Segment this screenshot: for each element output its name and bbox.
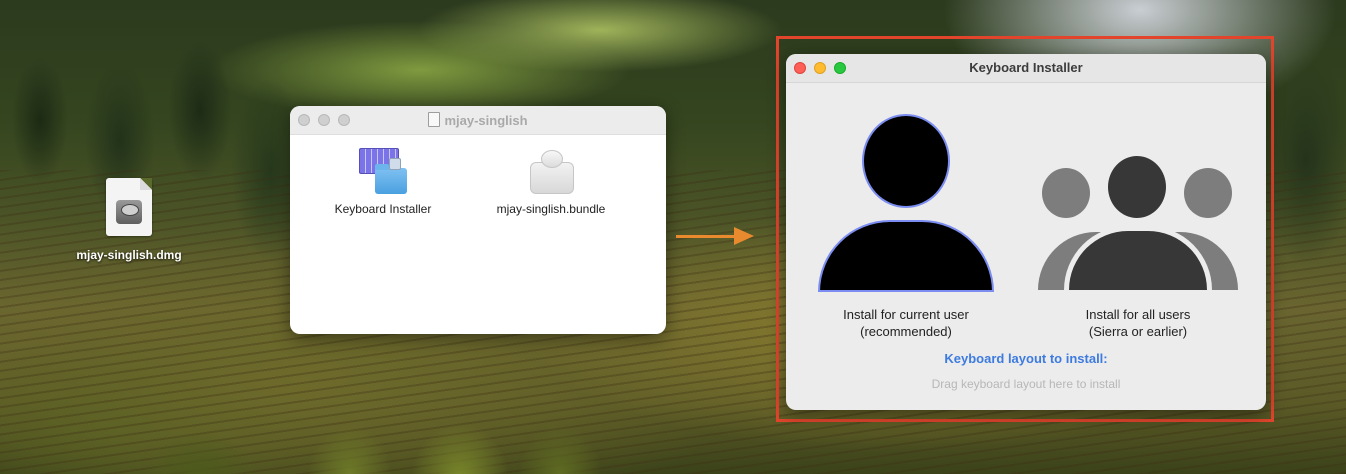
installer-title: Keyboard Installer <box>969 60 1083 75</box>
finder-item-label: mjay-singlish.bundle <box>496 202 606 216</box>
bundle-plugin-icon <box>528 148 574 196</box>
current-user-option-label[interactable]: Install for current user (recommended) <box>814 306 998 340</box>
keyboard-layout-label: Keyboard layout to install: <box>944 351 1108 366</box>
finder-titlebar[interactable]: mjay-singlish <box>290 106 666 135</box>
all-users-icon[interactable] <box>1038 152 1238 292</box>
all-users-option-label[interactable]: Install for all users (Sierra or earlier… <box>1048 306 1228 340</box>
finder-item-bundle[interactable]: mjay-singlish.bundle <box>476 148 626 216</box>
keyboard-installer-app-icon <box>359 148 407 196</box>
finder-title: mjay-singlish <box>290 112 666 128</box>
finder-item-label: Keyboard Installer <box>334 202 432 216</box>
disk-image-title-icon <box>428 112 441 127</box>
drag-drop-zone[interactable]: Drag keyboard layout here to install <box>786 375 1266 393</box>
current-user-icon[interactable] <box>818 114 996 294</box>
disk-image-icon <box>106 178 152 236</box>
desktop-dmg-file[interactable]: mjay-singlish.dmg <box>66 178 192 262</box>
keyboard-installer-window: Keyboard Installer Install for current u… <box>786 54 1266 410</box>
finder-window: mjay-singlish Keyboard Installer mjay-si… <box>290 106 666 334</box>
annotation-arrow <box>676 227 754 245</box>
desktop-file-label: mjay-singlish.dmg <box>76 248 182 262</box>
finder-item-keyboard-installer[interactable]: Keyboard Installer <box>308 148 458 216</box>
installer-titlebar[interactable]: Keyboard Installer <box>786 54 1266 83</box>
